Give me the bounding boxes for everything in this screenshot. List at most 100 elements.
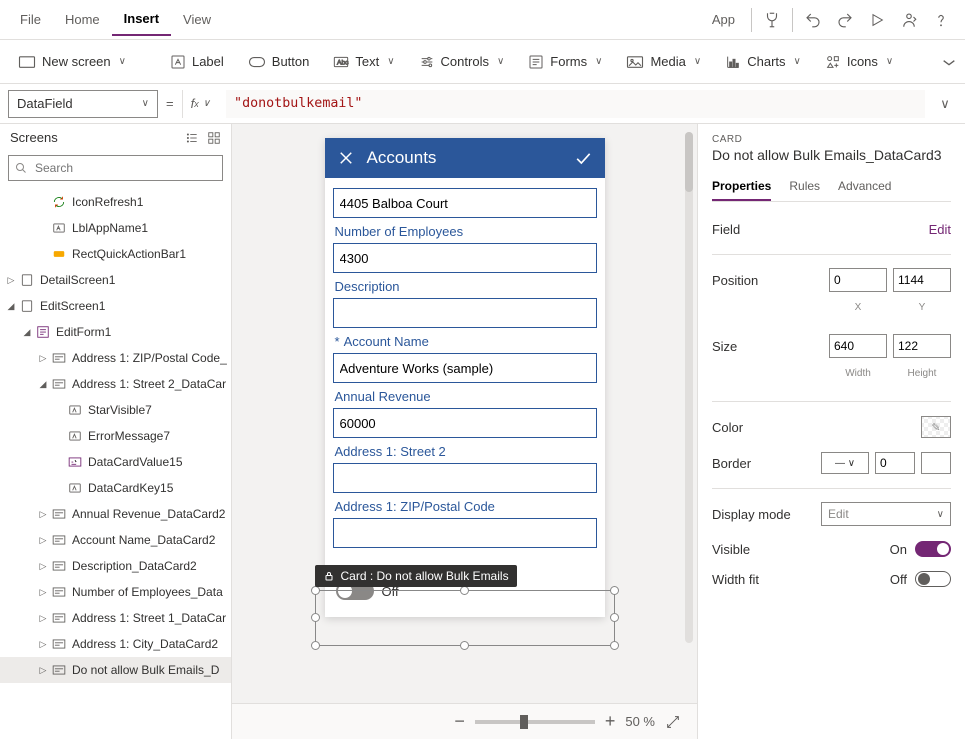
tree-node-detailscreen[interactable]: ▷DetailScreen1 xyxy=(0,267,231,293)
formula-input[interactable] xyxy=(226,90,925,118)
acct-label: *Account Name xyxy=(335,334,595,349)
border-style-select[interactable]: — ∨ xyxy=(821,452,869,474)
search-icon xyxy=(15,162,27,174)
search-field[interactable] xyxy=(33,160,216,176)
st2-input[interactable] xyxy=(333,463,597,493)
share-icon[interactable] xyxy=(893,4,925,36)
descr-input[interactable] xyxy=(333,298,597,328)
tab-advanced[interactable]: Advanced xyxy=(838,173,891,201)
forms-menu[interactable]: Forms∨ xyxy=(518,48,612,76)
svg-text:Abc: Abc xyxy=(337,59,349,66)
tree-node-dcvalue[interactable]: DataCardValue15 xyxy=(0,449,231,475)
tab-properties[interactable]: Properties xyxy=(712,173,771,201)
tree-node-editscreen[interactable]: ◢EditScreen1 xyxy=(0,293,231,319)
annrev-label: Annual Revenue xyxy=(335,389,595,404)
text-label: Text xyxy=(355,54,379,69)
zoom-in-icon[interactable]: + xyxy=(605,711,616,732)
phone-title: Accounts xyxy=(367,148,561,168)
tree-node-descr[interactable]: ▷Description_DataCard2 xyxy=(0,553,231,579)
thumbnail-view-icon[interactable] xyxy=(207,131,221,145)
new-screen-button[interactable]: New screen∨ xyxy=(8,48,136,75)
control-name: Do not allow Bulk Emails_DataCard3 xyxy=(712,147,951,163)
button-button[interactable]: Button xyxy=(238,48,320,75)
menu-insert[interactable]: Insert xyxy=(112,3,171,36)
street1-input[interactable] xyxy=(333,188,597,218)
close-icon[interactable] xyxy=(337,149,355,167)
property-selector[interactable]: DataField ∨ xyxy=(8,90,158,118)
menu-file[interactable]: File xyxy=(8,4,53,35)
displaymode-select[interactable]: Edit∨ xyxy=(821,502,951,526)
lock-icon xyxy=(323,570,335,582)
charts-menu[interactable]: Charts∨ xyxy=(715,48,811,76)
control-type: CARD xyxy=(712,134,951,145)
tree-node-donotbulk[interactable]: ▷Do not allow Bulk Emails_D xyxy=(0,657,231,683)
undo-icon[interactable] xyxy=(797,4,829,36)
menu-app[interactable]: App xyxy=(700,4,747,35)
canvas-scrollbar[interactable] xyxy=(685,132,693,643)
size-h-input[interactable] xyxy=(893,334,951,358)
acct-input[interactable] xyxy=(333,353,597,383)
app-checker-icon[interactable] xyxy=(756,4,788,36)
pos-x-input[interactable] xyxy=(829,268,887,292)
tree-node-lblappname[interactable]: LblAppName1 xyxy=(0,215,231,241)
numemp-input[interactable] xyxy=(333,243,597,273)
icons-menu[interactable]: Icons∨ xyxy=(815,48,903,76)
visible-toggle[interactable] xyxy=(915,541,951,557)
help-icon[interactable] xyxy=(925,4,957,36)
fit-icon[interactable] xyxy=(665,714,681,730)
tree-node-addr-st1[interactable]: ▷Address 1: Street 1_DataCar xyxy=(0,605,231,631)
controls-menu[interactable]: Controls∨ xyxy=(409,48,515,76)
tree-node-rectquick[interactable]: RectQuickActionBar1 xyxy=(0,241,231,267)
redo-icon[interactable] xyxy=(829,4,861,36)
tree-node-editform[interactable]: ◢EditForm1 xyxy=(0,319,231,345)
widthfit-toggle[interactable] xyxy=(915,571,951,587)
media-menu[interactable]: Media∨ xyxy=(616,48,711,75)
tab-rules[interactable]: Rules xyxy=(789,173,820,201)
visible-value: On xyxy=(890,542,907,557)
play-icon[interactable] xyxy=(861,4,893,36)
tree-node-addr-city[interactable]: ▷Address 1: City_DataCard2 xyxy=(0,631,231,657)
color-swatch[interactable]: ✎ xyxy=(921,416,951,438)
tree-node-iconrefresh[interactable]: IconRefresh1 xyxy=(0,189,231,215)
menu-view[interactable]: View xyxy=(171,4,223,35)
position-label: Position xyxy=(712,273,758,288)
menu-home[interactable]: Home xyxy=(53,4,112,35)
size-w-input[interactable] xyxy=(829,334,887,358)
annrev-input[interactable] xyxy=(333,408,597,438)
tree-node-acctname[interactable]: ▷Account Name_DataCard2 xyxy=(0,527,231,553)
tree-node-dckey[interactable]: DataCardKey15 xyxy=(0,475,231,501)
zip-input[interactable] xyxy=(333,518,597,548)
tree-node-errormsg[interactable]: ErrorMessage7 xyxy=(0,423,231,449)
ribbon-expand-icon[interactable] xyxy=(941,56,957,68)
search-input[interactable] xyxy=(8,155,223,181)
border-color-swatch[interactable] xyxy=(921,452,951,474)
tree-view-icon[interactable] xyxy=(185,131,199,145)
field-edit-link[interactable]: Edit xyxy=(929,222,951,237)
property-name: DataField xyxy=(17,96,73,111)
forms-label: Forms xyxy=(550,54,587,69)
formula-expand-icon[interactable]: ∨ xyxy=(933,96,957,112)
border-width-input[interactable] xyxy=(875,452,915,474)
tree-node-addr-zip[interactable]: ▷Address 1: ZIP/Postal Code_ xyxy=(0,345,231,371)
fx-label: fx∨ xyxy=(182,90,218,118)
st2-label: Address 1: Street 2 xyxy=(335,444,595,459)
label-button[interactable]: Label xyxy=(160,48,234,76)
zoom-out-icon[interactable]: − xyxy=(454,711,465,732)
tree-node-addr-st2[interactable]: ◢Address 1: Street 2_DataCar xyxy=(0,371,231,397)
chevron-down-icon: ∨ xyxy=(142,98,149,109)
border-label: Border xyxy=(712,456,751,471)
zip-label: Address 1: ZIP/Postal Code xyxy=(335,499,595,514)
media-label: Media xyxy=(650,54,685,69)
pos-y-input[interactable] xyxy=(893,268,951,292)
tree-node-numemp[interactable]: ▷Number of Employees_Data xyxy=(0,579,231,605)
text-menu[interactable]: Abc Text∨ xyxy=(323,48,404,75)
tree-node-starvisible[interactable]: StarVisible7 xyxy=(0,397,231,423)
charts-label: Charts xyxy=(747,54,785,69)
icons-label: Icons xyxy=(847,54,878,69)
numemp-label: Number of Employees xyxy=(335,224,595,239)
zoom-slider[interactable] xyxy=(475,720,595,724)
color-label: Color xyxy=(712,420,743,435)
tree-node-annualrev[interactable]: ▷Annual Revenue_DataCard2 xyxy=(0,501,231,527)
check-icon[interactable] xyxy=(573,148,593,168)
widthfit-label: Width fit xyxy=(712,572,759,587)
